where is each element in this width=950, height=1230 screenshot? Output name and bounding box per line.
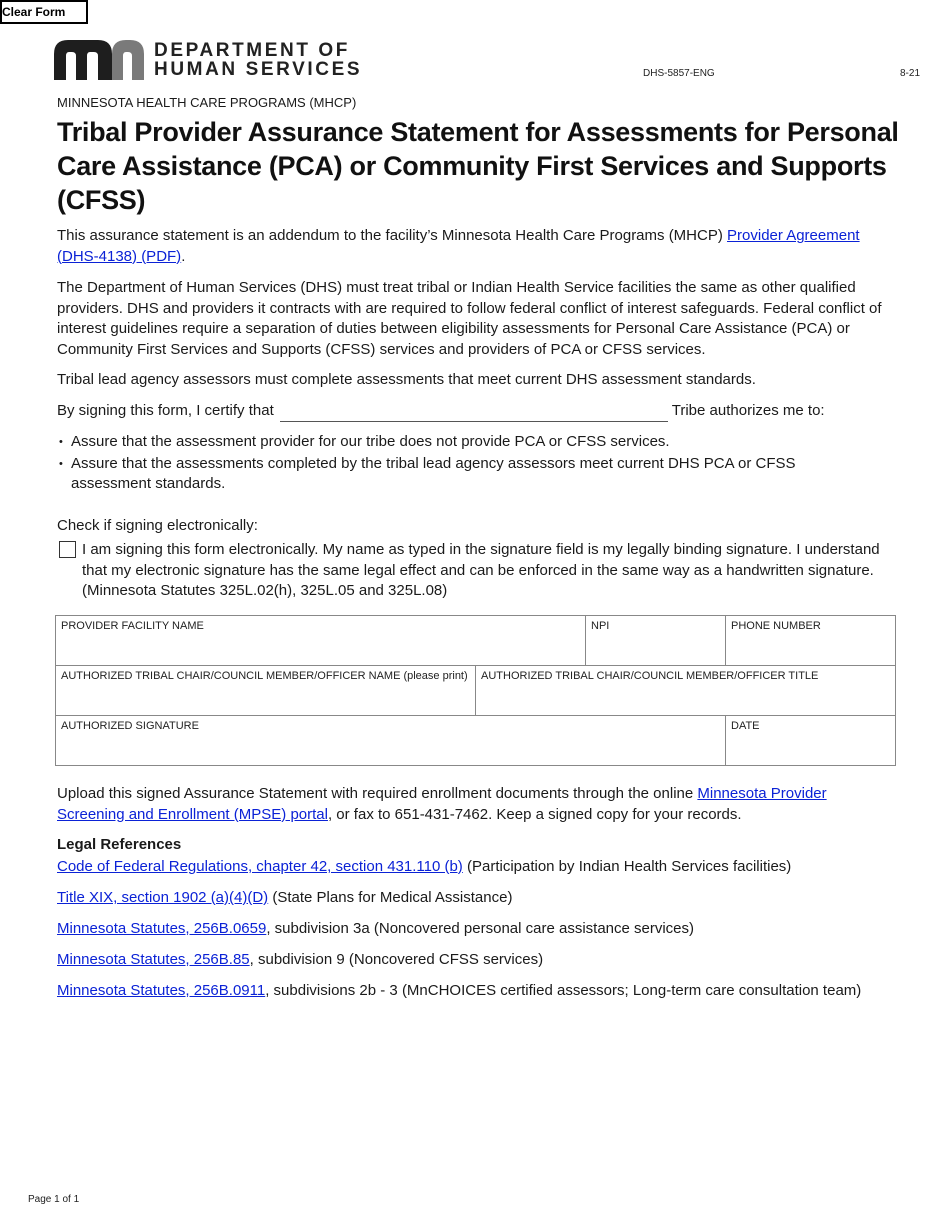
- legal-reference-text: (State Plans for Medical Assistance): [268, 889, 513, 906]
- intro-paragraph-1: This assurance statement is an addendum …: [57, 226, 897, 267]
- list-item: Assure that the assessments completed by…: [57, 454, 857, 495]
- officer-title-cell: AUTHORIZED TRIBAL CHAIR/COUNCIL MEMBER/O…: [475, 665, 896, 716]
- officer-name-input[interactable]: [61, 683, 470, 711]
- upload-end: , or fax to 651-431-7462. Keep a signed …: [327, 805, 742, 823]
- provider-facility-name-cell: PROVIDER FACILITY NAME: [55, 615, 586, 666]
- dhs-logo: DEPARTMENT OF HUMAN SERVICES: [54, 40, 362, 80]
- upload-instructions: Upload this signed Assurance Statement w…: [57, 784, 897, 825]
- page-number: Page 1 of 1: [28, 1194, 80, 1205]
- list-item: Assure that the assessment provider for …: [57, 432, 857, 453]
- phone-number-cell: PHONE NUMBER: [725, 615, 896, 666]
- officer-name-label: AUTHORIZED TRIBAL CHAIR/COUNCIL MEMBER/O…: [61, 670, 468, 682]
- table-row: AUTHORIZED TRIBAL CHAIR/COUNCIL MEMBER/O…: [55, 665, 896, 716]
- intro-text: This assurance statement is an addendum …: [57, 227, 728, 244]
- legal-reference-text: (Participation by Indian Health Services…: [462, 858, 792, 875]
- npi-input[interactable]: [591, 633, 720, 661]
- form-id: DHS-5857-ENG: [643, 68, 715, 79]
- mn-logo-icon: [54, 40, 144, 80]
- provider-facility-name-label: PROVIDER FACILITY NAME: [61, 620, 204, 632]
- provider-facility-name-input[interactable]: [61, 633, 580, 661]
- legal-reference: Title XIX, section 1902 (a)(4)(D) (State…: [57, 888, 897, 909]
- intro-paragraph-3: Tribal lead agency assessors must comple…: [57, 371, 756, 388]
- esign-heading: Check if signing electronically:: [57, 517, 258, 534]
- esign-statement: I am signing this form electronically. M…: [82, 541, 880, 599]
- certify-statement: By signing this form, I certify that Trib…: [57, 401, 897, 422]
- legal-reference-text: , subdivisions 2b - 3 (MnCHOICES certifi…: [265, 982, 862, 999]
- phone-number-input[interactable]: [731, 633, 890, 661]
- signature-cell: AUTHORIZED SIGNATURE: [55, 715, 726, 766]
- program-name: MINNESOTA HEALTH CARE PROGRAMS (MHCP): [57, 95, 357, 110]
- intro-paragraph-2: The Department of Human Services (DHS) m…: [57, 279, 882, 358]
- signature-fields-table: PROVIDER FACILITY NAME NPI PHONE NUMBER …: [55, 615, 896, 766]
- phone-number-label: PHONE NUMBER: [731, 620, 821, 632]
- legal-reference: Code of Federal Regulations, chapter 42,…: [57, 857, 897, 878]
- date-label: DATE: [731, 720, 760, 732]
- org-name-line1: DEPARTMENT OF: [154, 40, 350, 61]
- clear-form-button[interactable]: Clear Form: [0, 0, 88, 24]
- page-title: Tribal Provider Assurance Statement for …: [57, 117, 899, 215]
- legal-reference: Minnesota Statutes, 256B.85, subdivision…: [57, 950, 897, 971]
- statute-256b0659-link[interactable]: Minnesota Statutes, 256B.0659: [57, 920, 266, 937]
- assurance-list: Assure that the assessment provider for …: [57, 432, 857, 496]
- intro-period: .: [181, 247, 186, 265]
- certify-prefix: By signing this form, I certify that: [57, 402, 274, 419]
- certify-suffix: Tribe authorizes me to:: [671, 402, 825, 419]
- legal-reference: Minnesota Statutes, 256B.0911, subdivisi…: [57, 981, 897, 1002]
- npi-label: NPI: [591, 620, 610, 632]
- signature-input[interactable]: [61, 733, 720, 761]
- npi-cell: NPI: [585, 615, 726, 666]
- legal-reference-text: , subdivision 9 (Noncovered CFSS service…: [249, 951, 544, 968]
- date-cell: DATE: [725, 715, 896, 766]
- date-input[interactable]: [731, 733, 890, 761]
- upload-text: Upload this signed Assurance Statement w…: [57, 785, 698, 802]
- legal-references-heading: Legal References: [57, 836, 182, 853]
- esign-checkbox[interactable]: [59, 541, 76, 558]
- cfr-link[interactable]: Code of Federal Regulations, chapter 42,…: [57, 858, 463, 875]
- signature-label: AUTHORIZED SIGNATURE: [61, 720, 199, 732]
- form-revision-date: 8-21: [900, 68, 921, 79]
- legal-reference: Minnesota Statutes, 256B.0659, subdivisi…: [57, 919, 897, 940]
- officer-name-cell: AUTHORIZED TRIBAL CHAIR/COUNCIL MEMBER/O…: [55, 665, 476, 716]
- officer-title-input[interactable]: [481, 683, 890, 711]
- table-row: PROVIDER FACILITY NAME NPI PHONE NUMBER: [55, 615, 896, 666]
- table-row: AUTHORIZED SIGNATURE DATE: [55, 715, 896, 766]
- statute-256b85-link[interactable]: Minnesota Statutes, 256B.85: [57, 951, 250, 968]
- title-xix-link[interactable]: Title XIX, section 1902 (a)(4)(D): [57, 889, 268, 906]
- statute-256b0911-link[interactable]: Minnesota Statutes, 256B.0911: [57, 982, 265, 999]
- officer-title-label: AUTHORIZED TRIBAL CHAIR/COUNCIL MEMBER/O…: [481, 670, 819, 682]
- org-name-line2: HUMAN SERVICES: [154, 59, 363, 80]
- tribe-name-input[interactable]: [279, 403, 668, 422]
- org-name: DEPARTMENT OF HUMAN SERVICES: [154, 41, 362, 79]
- legal-reference-text: , subdivision 3a (Noncovered personal ca…: [266, 920, 695, 937]
